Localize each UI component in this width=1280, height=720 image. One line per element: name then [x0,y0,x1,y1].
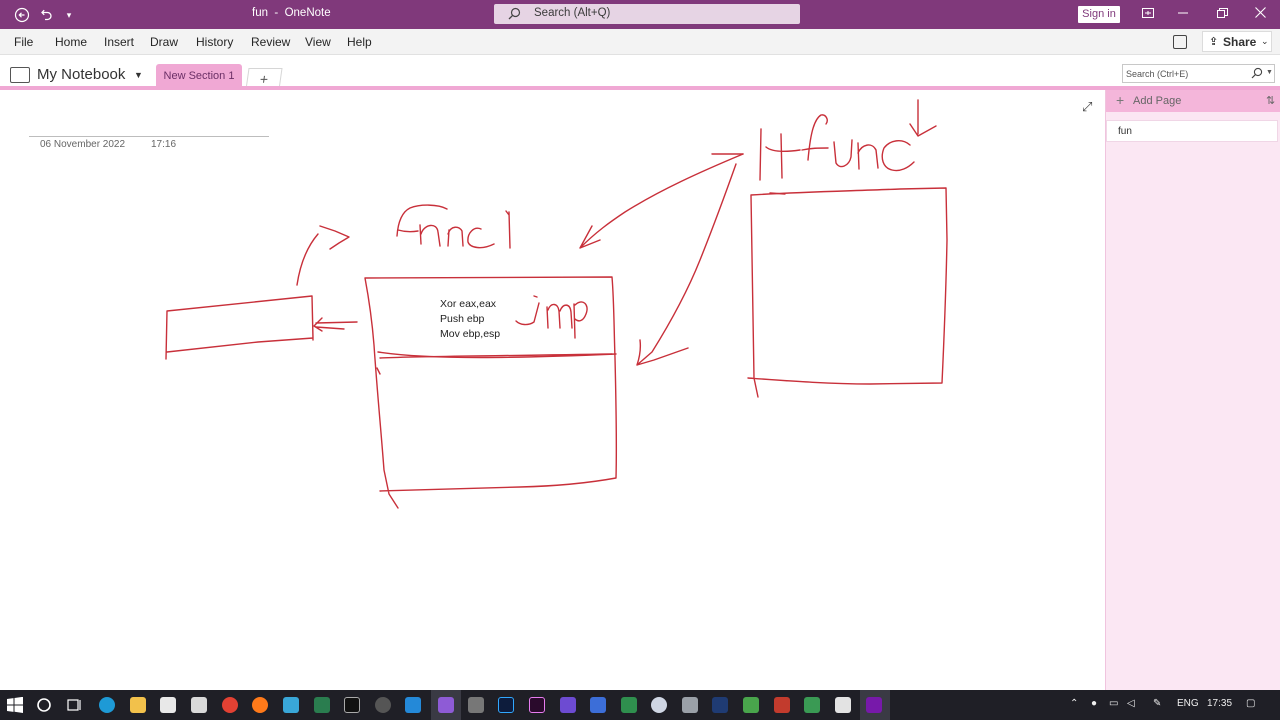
ink-func1-box [364,276,618,509]
ink-arrow-to-body [636,163,737,366]
search-placeholder: Search (Alt+Q) [534,7,611,19]
volume-icon[interactable]: ◁ [1127,698,1135,709]
ink-func1-label [396,204,511,249]
notebook-bar: My Notebook ▼ New Section 1 + Search (Ct… [0,55,1280,90]
app-icon[interactable] [468,697,484,713]
tab-insert[interactable]: Insert [104,35,134,49]
premiere-icon[interactable] [529,697,545,713]
ink-left-box [165,295,314,360]
ink-down-arrow [909,99,937,137]
plus-icon: + [1116,92,1125,108]
notebook-search-input[interactable]: Search (Ctrl+E) ▼ [1122,64,1275,83]
ribbon-display-icon[interactable] [1133,4,1163,24]
chevron-down-icon: ⌄ [1261,36,1269,46]
sign-in-button[interactable]: Sign in [1078,6,1120,23]
notebook-search-placeholder: Search (Ctrl+E) [1126,69,1189,79]
ribbon-tabs: File Home Insert Draw History Review Vie… [0,29,1280,55]
ink-curved-arrow [296,225,350,286]
share-icon: ⇪ [1209,36,1219,48]
close-icon[interactable] [1245,4,1275,24]
add-page-button[interactable]: + Add Page ⇅ [1106,90,1280,112]
mail-icon[interactable] [191,697,207,713]
code-line-2[interactable]: Push ebp [440,313,484,325]
share-label: Share [1223,35,1257,49]
app-icon[interactable] [743,697,759,713]
app-icon[interactable] [804,697,820,713]
app-icon[interactable] [682,697,698,713]
chevron-up-icon[interactable]: ⌃ [1070,698,1078,709]
code-line-3[interactable]: Mov ebp,esp [440,328,500,340]
notifications-icon[interactable]: ▢ [1246,698,1255,709]
app-icon[interactable] [590,697,606,713]
file-explorer-icon[interactable] [130,697,146,713]
app-icon[interactable] [835,697,851,713]
sort-icon[interactable]: ⇅ [1266,94,1275,107]
app-icon[interactable] [774,697,790,713]
search-icon [508,7,521,23]
photoshop-icon[interactable] [498,697,514,713]
microphone-icon[interactable]: ● [1091,698,1097,709]
search-input[interactable]: Search (Alt+Q) [494,4,800,24]
undo-icon[interactable] [36,5,56,25]
ink-arrow-to-func1 [579,153,744,249]
network-icon[interactable]: ▭ [1109,698,1118,709]
clock[interactable]: 17:35 [1207,698,1232,709]
ink-jmp-label [515,295,588,339]
chevron-down-icon: ▼ [1266,69,1273,76]
search-icon [1251,67,1263,82]
tab-review[interactable]: Review [251,35,290,49]
page-list-item[interactable]: fun [1106,120,1278,142]
tab-file[interactable]: File [14,35,33,49]
tab-draw[interactable]: Draw [150,35,178,49]
tab-history[interactable]: History [196,35,233,49]
app-icon[interactable] [375,697,391,713]
tab-view[interactable]: View [305,35,331,49]
app-icon[interactable] [283,697,299,713]
windows-start-icon[interactable] [7,696,23,713]
ink-small-mark [376,367,381,375]
pen-icon[interactable]: ✎ [1153,698,1161,709]
firefox-icon[interactable] [252,697,268,713]
edge-icon[interactable] [99,697,115,713]
page-list-pane: + Add Page ⇅ fun [1105,90,1280,690]
app-icon[interactable] [560,697,576,713]
chrome-icon[interactable] [222,697,238,713]
minimize-icon[interactable] [1168,4,1198,24]
window-title: fun - OneNote [252,7,331,19]
code-line-1[interactable]: Xor eax,eax [440,298,496,310]
powershell-icon[interactable] [712,697,728,713]
title-bar: ▾ fun - OneNote Search (Alt+Q) Sign in [0,0,1280,29]
app-icon[interactable] [651,697,667,713]
ink-right-frame [747,187,948,398]
chevron-down-icon[interactable]: ▼ [134,70,143,80]
taskbar: ⌃ ● ▭ ◁ ✎ ENG 17:35 ▢ [0,690,1280,720]
notebook-name[interactable]: My Notebook [37,66,125,83]
quick-access-chevron-icon[interactable]: ▾ [59,5,79,25]
page-canvas[interactable]: 06 November 2022 17:16 ⤢ Xor eax,eax Pus… [0,90,1105,690]
terminal-icon[interactable] [344,697,360,713]
add-page-label: Add Page [1133,95,1182,107]
share-button[interactable]: ⇪ Share ⌄ [1202,31,1272,52]
sticky-notes-icon[interactable] [1173,35,1187,49]
store-icon[interactable] [160,697,176,713]
vscode-icon[interactable] [405,697,421,713]
restore-icon[interactable] [1207,4,1237,24]
app-icon[interactable] [314,697,330,713]
notebook-icon[interactable] [10,67,30,83]
page-list-item-label: fun [1118,126,1132,137]
ink-arrow-left [313,317,358,332]
onenote-icon[interactable] [866,697,882,713]
search-icon[interactable] [36,697,52,713]
ink-hfunc-label [759,114,915,181]
app-icon[interactable] [621,697,637,713]
tab-home[interactable]: Home [55,35,87,49]
tab-help[interactable]: Help [347,35,372,49]
language-indicator[interactable]: ENG [1177,698,1199,709]
ink-drawing [165,99,948,509]
visual-studio-icon[interactable] [438,697,454,713]
task-view-icon[interactable] [66,697,82,713]
back-icon[interactable] [12,5,32,25]
